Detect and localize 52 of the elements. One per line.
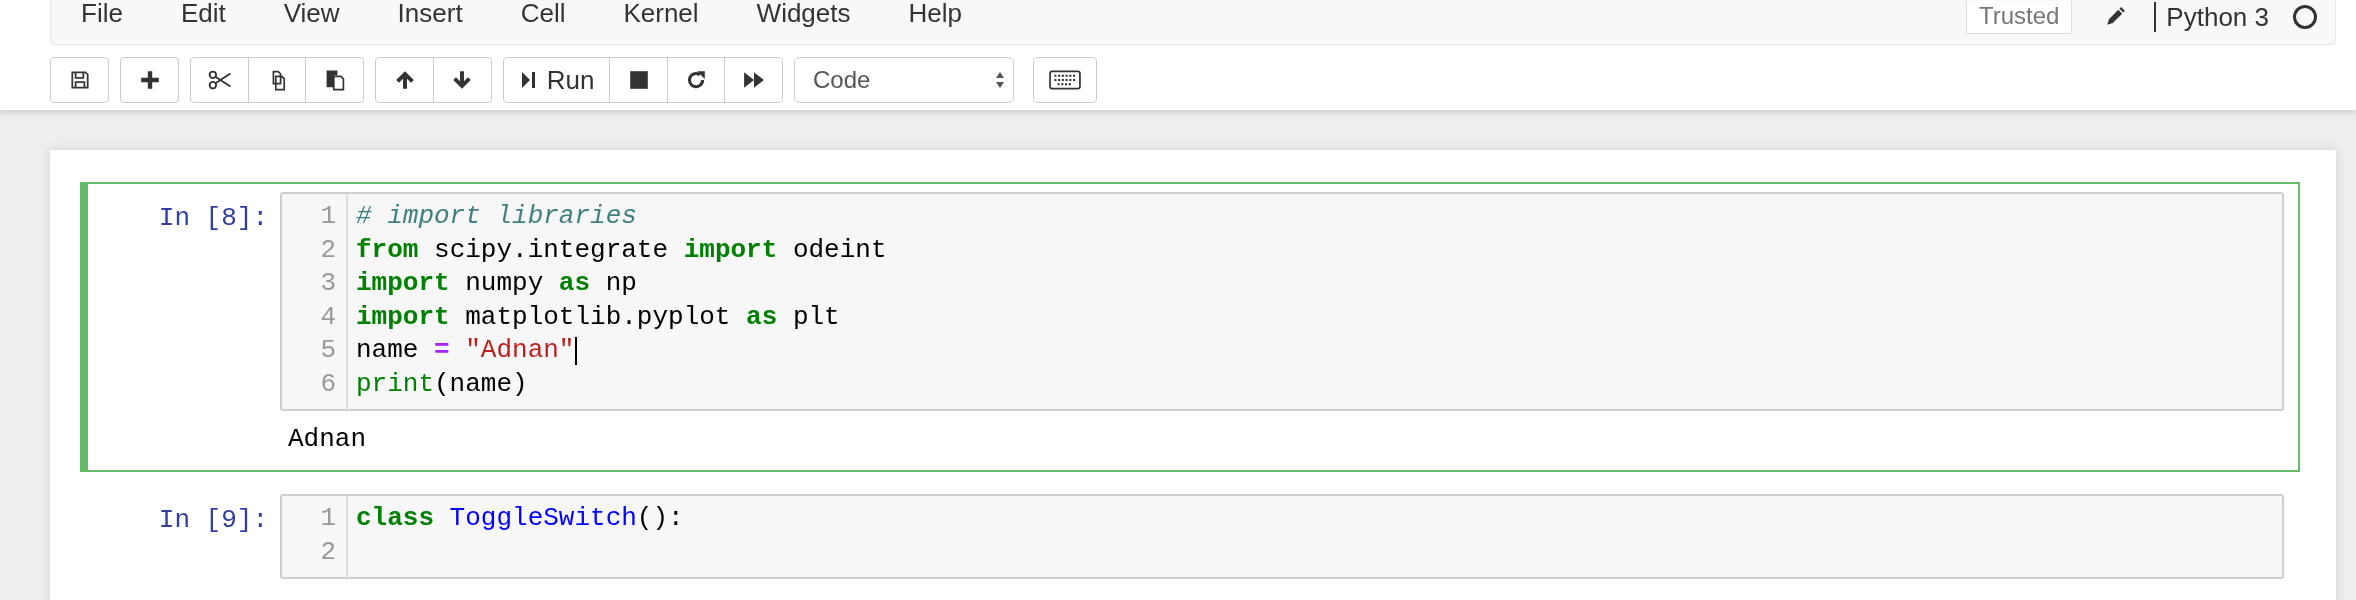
menu-item[interactable]: Cell xyxy=(520,0,594,28)
line-number: 6 xyxy=(320,367,336,401)
add-cell-button[interactable] xyxy=(120,57,179,103)
run-all-button[interactable] xyxy=(724,57,783,103)
cell-type-dropdown[interactable]: Code xyxy=(794,57,1014,103)
code-editor[interactable]: 1 2 class ToggleSwitch(): xyxy=(280,494,2284,579)
line-number: 4 xyxy=(320,300,336,334)
stop-icon xyxy=(627,69,650,91)
keyboard-shortcuts-button[interactable] xyxy=(1033,57,1097,103)
code-line: print(name) xyxy=(356,367,528,401)
copy-button[interactable] xyxy=(247,57,307,103)
code-line: from scipy.integrate import odeint xyxy=(356,233,887,267)
trusted-indicator[interactable]: Trusted xyxy=(1965,0,2073,34)
line-number: 3 xyxy=(320,267,336,300)
code-line: import matplotlib.pyplot as plt xyxy=(356,300,840,334)
menu-item[interactable]: Help xyxy=(908,0,990,28)
stop-button[interactable] xyxy=(609,57,668,103)
move-up-button[interactable] xyxy=(375,57,434,103)
menu-item[interactable]: Widgets xyxy=(756,0,879,28)
cut-button[interactable] xyxy=(190,57,249,103)
code-editor[interactable]: 1 2 3 4 5 6 # import libraries from scipy.integrate import odeint import numpy as np import matplotlib.pyplot as plt name = "Adnan" print(name) xyxy=(280,192,2284,411)
save-button[interactable] xyxy=(50,57,109,103)
menu-item[interactable]: Edit xyxy=(180,0,254,28)
line-number: 5 xyxy=(320,334,336,367)
input-prompt: In [8]: xyxy=(157,202,269,235)
paste-button[interactable] xyxy=(305,57,364,103)
kernel-name[interactable]: Python 3 xyxy=(2154,2,2269,32)
code-line: import numpy as np xyxy=(356,267,637,300)
pencil-icon[interactable] xyxy=(2104,6,2127,28)
menu-item[interactable]: File xyxy=(81,0,151,28)
line-number: 1 xyxy=(320,502,336,535)
restart-button[interactable] xyxy=(666,57,726,103)
keyboard-icon xyxy=(1049,70,1081,90)
dropdown-arrows-icon xyxy=(995,70,1005,90)
move-down-button[interactable] xyxy=(432,57,492,103)
cell-output: Adnan xyxy=(287,423,367,456)
input-prompt: In [9]: xyxy=(157,504,269,537)
line-number: 2 xyxy=(320,535,336,569)
notebook-cell[interactable]: In [9]: 1 2 class ToggleSwitch(): xyxy=(80,484,2300,589)
code-line: name = "Adnan" xyxy=(356,334,575,367)
arrow-down-icon xyxy=(451,69,473,91)
menu-item[interactable]: Insert xyxy=(397,0,491,28)
code-line: # import libraries xyxy=(356,200,637,233)
run-button[interactable]: Run xyxy=(502,57,611,103)
restart-icon xyxy=(685,69,707,91)
menu-item[interactable]: View xyxy=(283,0,368,28)
plus-icon xyxy=(138,69,161,91)
notebook-cell[interactable]: In [8]: 1 2 3 4 5 6 # import libraries from scipy.integrate import odeint import numpy as np import matplotlib.pyplot as plt name = "Adnan" print(name) Adnan xyxy=(80,182,2300,472)
code-line: class ToggleSwitch(): xyxy=(356,502,684,535)
line-number: 1 xyxy=(320,200,336,233)
line-number: 2 xyxy=(320,233,336,267)
menu-item[interactable]: Kernel xyxy=(623,0,727,28)
